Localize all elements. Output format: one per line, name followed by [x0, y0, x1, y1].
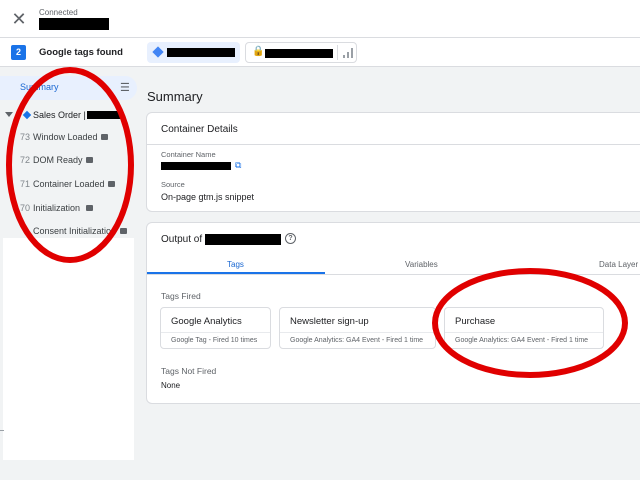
- output-name-redacted: [205, 234, 281, 245]
- tab-variables[interactable]: Variables: [405, 260, 438, 269]
- event-number: 72: [20, 155, 31, 165]
- sidebar-event-dom-ready[interactable]: 72 DOM Ready: [0, 151, 140, 171]
- event-icon: [86, 205, 93, 211]
- top-bar: ✕ Connected: [0, 0, 640, 38]
- open-in-new-icon[interactable]: ⧉: [235, 160, 241, 171]
- lock-icon: 🔒: [252, 46, 265, 57]
- event-icon: [120, 228, 127, 234]
- signal-icon: [343, 48, 353, 58]
- sidebar-item-sales-order[interactable]: Sales Order |: [0, 107, 140, 125]
- tag-name: Google Analytics: [171, 316, 242, 327]
- tag-card-purchase[interactable]: Purchase Google Analytics: GA4 Event - F…: [444, 307, 604, 349]
- event-icon: [86, 157, 93, 163]
- source-label: Source: [161, 180, 185, 189]
- chip-divider: [337, 45, 338, 60]
- container-name-label: Container Name: [161, 150, 216, 159]
- sidebar-event-initialization[interactable]: 70 Initialization: [0, 199, 140, 219]
- gtm-container-chip[interactable]: [147, 42, 240, 63]
- tag-diamond-icon: [22, 110, 32, 120]
- page-title: Summary: [147, 89, 203, 104]
- close-icon[interactable]: ✕: [10, 10, 28, 28]
- event-name: Initialization: [33, 203, 81, 213]
- help-icon[interactable]: ?: [285, 233, 296, 244]
- tag-description: Google Analytics: GA4 Event - Fired 1 ti…: [290, 337, 424, 344]
- tags-not-fired-value: None: [161, 381, 181, 390]
- tab-data-layer[interactable]: Data Layer: [599, 260, 638, 269]
- whiteout-patch: [3, 238, 134, 460]
- page-name-redacted: [87, 111, 121, 119]
- card-title: Output of: [161, 234, 203, 245]
- container-id-redacted: [167, 48, 235, 57]
- divider: [147, 144, 640, 145]
- event-number: 71: [20, 179, 31, 189]
- event-name: Window Loaded: [33, 132, 98, 142]
- tag-id-redacted: [265, 49, 333, 58]
- sidebar-event-window-loaded[interactable]: 73 Window Loaded: [0, 128, 140, 148]
- event-name: Consent Initialization: [33, 226, 117, 236]
- tag-name: Newsletter sign-up: [290, 316, 369, 327]
- tags-found-label: Google tags found: [39, 47, 123, 58]
- event-name: DOM Ready: [33, 155, 83, 165]
- sidebar-item-label: Summary: [20, 82, 59, 92]
- caret-down-icon[interactable]: [5, 112, 13, 117]
- tag-card-newsletter-signup[interactable]: Newsletter sign-up Google Analytics: GA4…: [279, 307, 436, 349]
- sidebar-event-container-loaded[interactable]: 71 Container Loaded: [0, 175, 140, 195]
- container-name-redacted: [161, 162, 231, 170]
- tag-description: Google Analytics: GA4 Event - Fired 1 ti…: [455, 337, 589, 344]
- tag-diamond-icon: [152, 46, 164, 58]
- sidebar-item-summary[interactable]: Summary ☰: [0, 76, 137, 100]
- divider: [161, 332, 270, 333]
- output-card: Output of ? Tags Variables Data Layer Ta…: [146, 222, 640, 404]
- divider: [445, 332, 603, 333]
- connected-site-redacted: [39, 18, 109, 30]
- tag-description: Google Tag - Fired 10 times: [171, 337, 258, 344]
- source-value: On-page gtm.js snippet: [161, 192, 255, 202]
- event-number: 73: [20, 132, 31, 142]
- tags-fired-label: Tags Fired: [161, 291, 201, 301]
- tags-count-badge: 2: [11, 45, 26, 60]
- divider: [280, 332, 435, 333]
- active-tab-indicator: [147, 272, 325, 274]
- delete-sweep-icon[interactable]: ☰: [120, 81, 130, 94]
- tag-name: Purchase: [455, 316, 496, 327]
- event-number: 70: [20, 203, 31, 213]
- event-name: Container Loaded: [33, 179, 105, 189]
- ga-tag-chip[interactable]: 🔒: [245, 42, 357, 63]
- tags-bar: 2 Google tags found 🔒: [0, 38, 640, 67]
- tags-not-fired-label: Tags Not Fired: [161, 366, 217, 376]
- event-icon: [108, 181, 115, 187]
- event-icon: [101, 134, 108, 140]
- container-details-card: Container Details Container Name ⧉ Sourc…: [146, 112, 640, 212]
- divider: [0, 430, 4, 431]
- sidebar-item-label: Sales Order |: [33, 110, 86, 120]
- card-title: Container Details: [161, 124, 238, 135]
- tag-card-google-analytics[interactable]: Google Analytics Google Tag - Fired 10 t…: [160, 307, 271, 349]
- tab-tags[interactable]: Tags: [227, 260, 244, 269]
- connection-status: Connected: [39, 8, 78, 17]
